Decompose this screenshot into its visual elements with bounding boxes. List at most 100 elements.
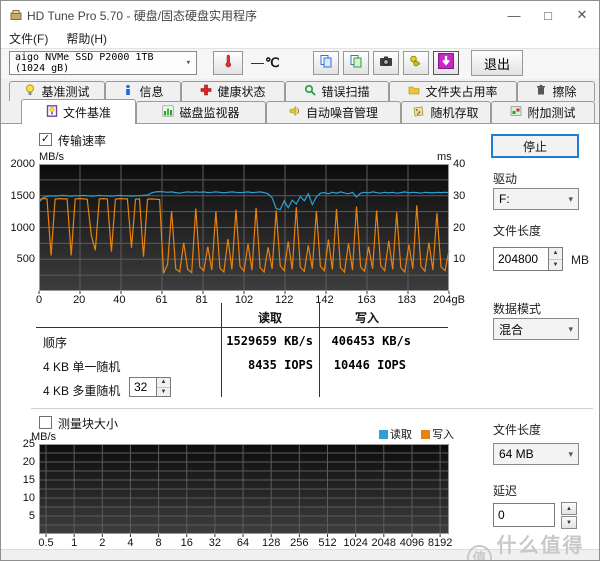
watermark-text: 什么值得买 xyxy=(496,535,585,557)
tab-random-access[interactable]: 随机存取 xyxy=(401,101,491,123)
axis-tick-label: 256 xyxy=(290,537,309,549)
tab-benchmark[interactable]: 基准测试 xyxy=(9,81,105,101)
table-row-label-4k-multi: 4 KB 多重随机 xyxy=(43,384,121,398)
file-length-stepper[interactable]: 204800 ▲ ▼ xyxy=(493,247,563,271)
axis-tick-label: 1500 xyxy=(10,189,35,202)
menu-file[interactable]: 文件(F) xyxy=(9,30,48,47)
temperature-unit: ℃ xyxy=(265,55,280,70)
health-icon xyxy=(200,84,212,99)
chevron-down-icon: ▾ xyxy=(185,57,191,68)
stepper-up-icon[interactable]: ▲ xyxy=(549,248,562,260)
disk-monitor-icon xyxy=(162,105,174,120)
folder-usage-icon xyxy=(408,84,420,99)
table-row-label-sequential: 顺序 xyxy=(43,336,68,350)
tab-health[interactable]: 健康状态 xyxy=(181,81,285,101)
drive-select[interactable]: F: ▾ xyxy=(493,188,579,210)
chevron-down-icon: ▾ xyxy=(568,448,573,459)
stepper-down-icon[interactable]: ▼ xyxy=(549,259,562,270)
tab-error-scan[interactable]: 错误扫描 xyxy=(285,81,389,101)
app-icon xyxy=(9,8,23,27)
chevron-down-icon: ▾ xyxy=(568,193,573,204)
title-bar: HD Tune Pro 5.70 - 硬盘/固态硬盘实用程序 — □ ✕ xyxy=(1,1,599,29)
queue-depth-stepper[interactable]: 32 ▲ ▼ xyxy=(129,377,171,397)
save-graph-icon xyxy=(438,52,454,74)
tab-extra-tests[interactable]: 附加测试 xyxy=(491,101,595,123)
device-select[interactable]: aigo NVMe SSD P2000 1TB (1024 gB) ▾ xyxy=(9,51,197,75)
axis-tick-label: 32 xyxy=(208,537,222,549)
tab-file-benchmark[interactable]: 文件基准 xyxy=(21,99,136,124)
delay-input[interactable]: 0 xyxy=(493,503,555,527)
axis-tick-label: 102 xyxy=(234,294,254,306)
write-legend-label: 写入 xyxy=(432,429,455,441)
axis-tick-label: 0 xyxy=(35,294,43,306)
chevron-down-icon: ▾ xyxy=(568,323,573,334)
4k-single-read-value: 8435 IOPS xyxy=(247,358,313,372)
menu-help[interactable]: 帮助(H) xyxy=(66,30,107,47)
tab-folder-usage[interactable]: 文件夹占用率 xyxy=(389,81,517,101)
axis-tick-label: 128 xyxy=(262,537,281,549)
access-keys-button[interactable] xyxy=(403,51,429,75)
axis-tick-label: 0.5 xyxy=(38,537,54,549)
tab-erase[interactable]: 擦除 xyxy=(517,81,595,101)
transfer-rate-chart xyxy=(38,164,450,294)
file-length-unit: MB xyxy=(571,253,589,267)
stepper-down-icon[interactable]: ▼ xyxy=(157,387,170,396)
axis-tick-label: 2 xyxy=(99,537,106,549)
read-column-header: 读取 xyxy=(257,311,282,325)
sequential-write-value: 406453 KB/s xyxy=(331,334,411,348)
axis-tick-label: 1000 xyxy=(10,221,35,234)
axis-tick-label: 30 xyxy=(453,189,466,202)
error-scan-icon xyxy=(304,84,317,99)
axis-tick-label: 20 xyxy=(73,294,86,306)
axis-tick-label: 61 xyxy=(155,294,168,306)
data-mode-select[interactable]: 混合 ▾ xyxy=(493,318,579,340)
axis-tick-label: 25 xyxy=(22,438,35,450)
app-window: HD Tune Pro 5.70 - 硬盘/固态硬盘实用程序 — □ ✕ 文件(… xyxy=(0,0,600,561)
copy-icon xyxy=(319,54,333,73)
toolbar: aigo NVMe SSD P2000 1TB (1024 gB) ▾ — ℃ … xyxy=(1,49,599,79)
tab-info[interactable]: 信息 xyxy=(105,81,181,101)
maximize-button[interactable]: □ xyxy=(531,1,565,29)
block-file-length-select[interactable]: 64 MB ▾ xyxy=(493,443,579,465)
axis-tick-label: 142 xyxy=(315,294,334,306)
delay-up-button[interactable]: ▲ xyxy=(561,502,577,515)
tab-aam[interactable]: 自动噪音管理 xyxy=(266,101,401,123)
delay-input-value: 0 xyxy=(498,508,505,522)
read-legend-label: 读取 xyxy=(390,429,412,441)
window-title: HD Tune Pro 5.70 - 硬盘/固态硬盘实用程序 xyxy=(27,8,258,23)
copy-save-button[interactable] xyxy=(343,51,369,75)
axis-tick-label: 81 xyxy=(195,294,208,306)
tab-disk-monitor[interactable]: 磁盘监视器 xyxy=(136,101,266,123)
axis-tick-label: 163 xyxy=(357,294,376,306)
delay-label: 延迟 xyxy=(493,484,518,498)
save-graph-button[interactable] xyxy=(433,51,459,75)
write-legend-swatch xyxy=(421,430,431,439)
delay-down-button[interactable]: ▼ xyxy=(561,516,577,529)
temperature-button[interactable] xyxy=(213,51,243,75)
minimize-button[interactable]: — xyxy=(497,1,531,29)
transfer-rate-checkbox[interactable]: ✓ xyxy=(39,133,52,146)
copy-button[interactable] xyxy=(313,51,339,75)
stepper-up-icon[interactable]: ▲ xyxy=(157,378,170,388)
menu-bar: 文件(F) 帮助(H) xyxy=(1,29,599,49)
stop-button[interactable]: 停止 xyxy=(491,134,579,158)
random-access-icon xyxy=(413,105,425,120)
temperature-value: — xyxy=(251,55,264,70)
axis-tick-label: 204gB xyxy=(433,294,465,306)
table-header-line xyxy=(36,327,448,328)
axis-tick-label: 183 xyxy=(397,294,416,306)
axis-tick-label: 2048 xyxy=(371,537,397,549)
stop-button-label: 停止 xyxy=(522,139,547,154)
exit-button[interactable]: 退出 xyxy=(471,50,523,76)
block-size-label: 测量块大小 xyxy=(58,417,119,431)
write-column-header: 写入 xyxy=(354,311,379,325)
sequential-read-value: 1529659 KB/s xyxy=(226,334,313,348)
axis-tick-label: 512 xyxy=(318,537,337,549)
axis-tick-label: 4 xyxy=(127,537,134,549)
copy-save-icon xyxy=(349,54,363,73)
y-axis-unit-right: ms xyxy=(437,151,452,163)
block-size-checkbox[interactable] xyxy=(39,416,52,429)
close-button[interactable]: ✕ xyxy=(565,1,599,29)
screenshot-button[interactable] xyxy=(373,51,399,75)
axis-tick-label: 1 xyxy=(71,537,78,549)
